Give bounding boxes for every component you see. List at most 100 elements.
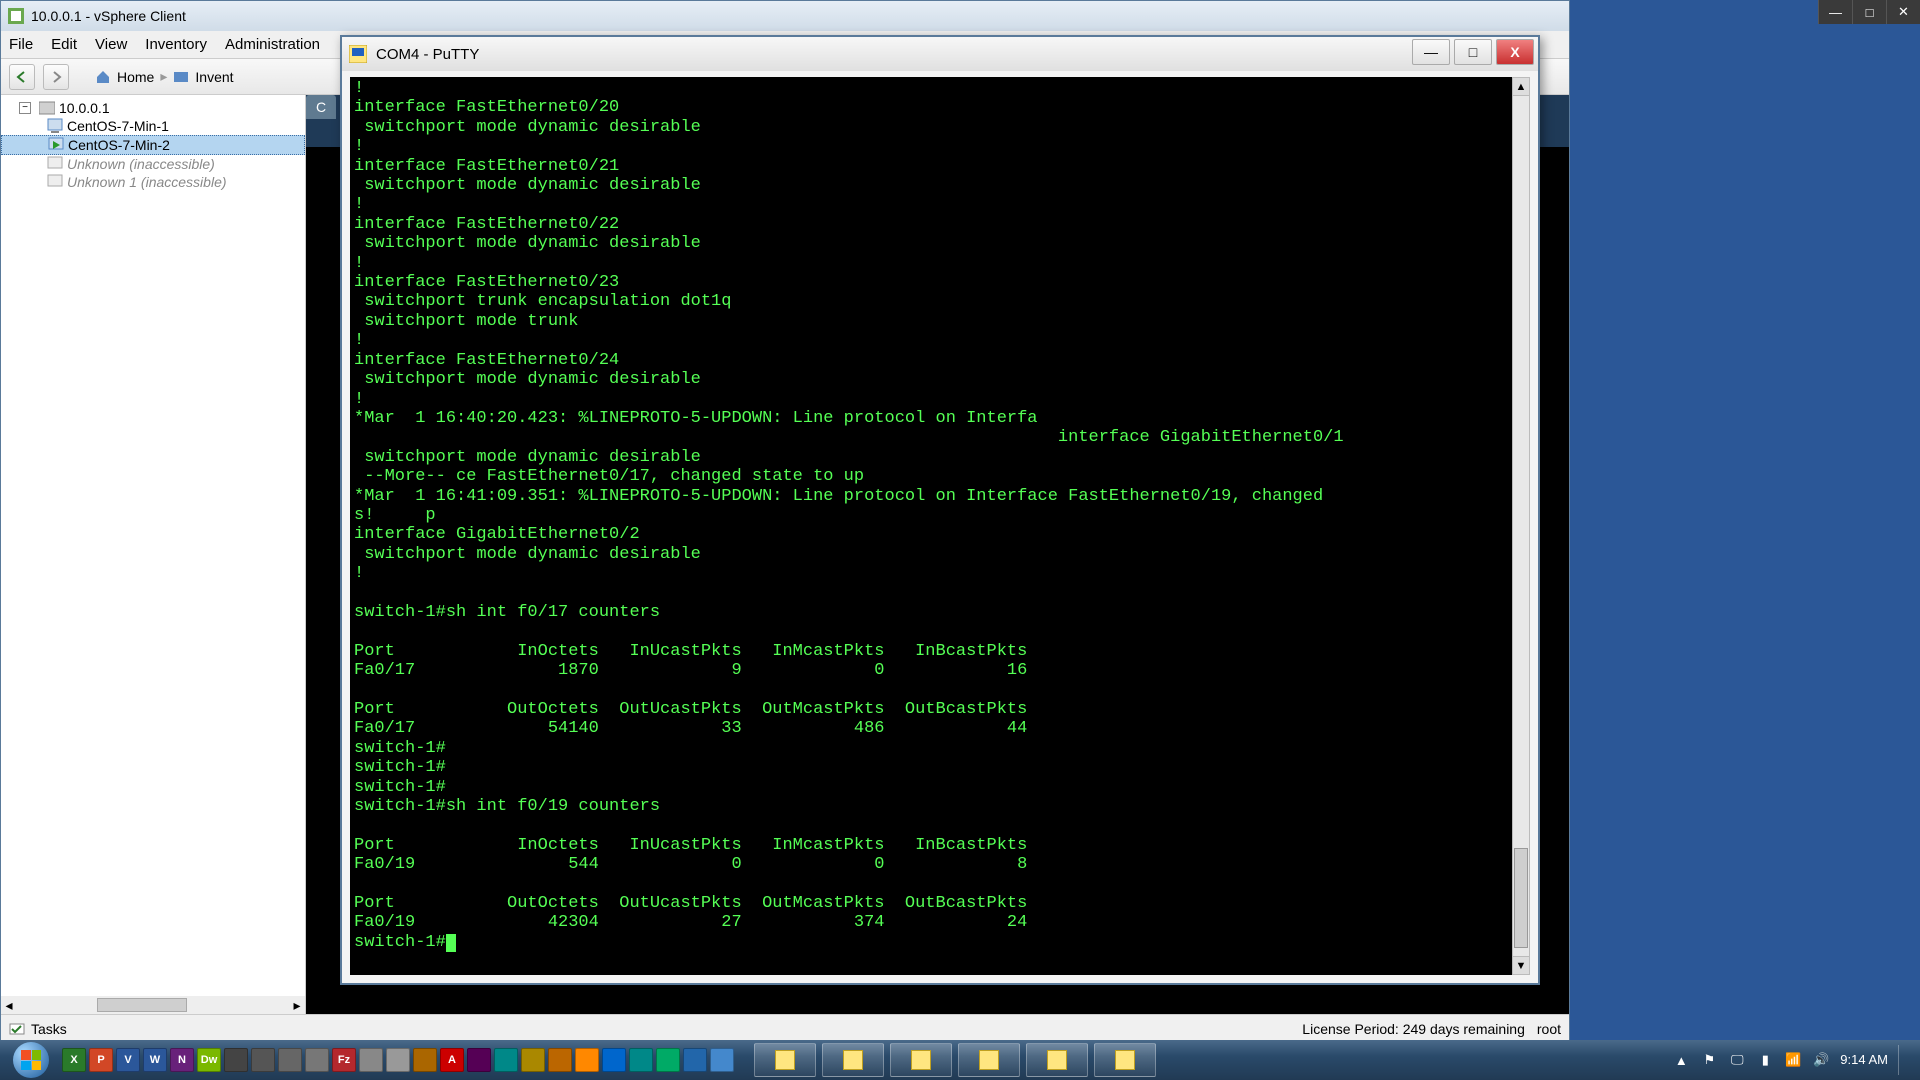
putty-title-text: COM4 - PuTTY: [376, 46, 479, 63]
pinned-icon[interactable]: [251, 1048, 275, 1072]
pinned-icon[interactable]: [467, 1048, 491, 1072]
hscroll-thumb[interactable]: [97, 998, 187, 1012]
taskbar-app-chat[interactable]: [890, 1043, 952, 1077]
menu-edit[interactable]: Edit: [51, 36, 77, 53]
pinned-icon[interactable]: [305, 1048, 329, 1072]
breadcrumb-inventory[interactable]: Invent: [195, 69, 233, 85]
start-button[interactable]: [4, 1040, 58, 1080]
pinned-icon[interactable]: [683, 1048, 707, 1072]
show-desktop-button[interactable]: [1898, 1045, 1908, 1075]
pinned-icon[interactable]: [386, 1048, 410, 1072]
scroll-thumb[interactable]: [1514, 848, 1528, 948]
pinned-icon[interactable]: [494, 1048, 518, 1072]
vm-icon: [47, 118, 63, 134]
os-window-controls: — □ ✕: [1818, 0, 1920, 24]
taskbar-app-putty[interactable]: [1094, 1043, 1156, 1077]
menu-administration[interactable]: Administration: [225, 36, 320, 53]
pinned-icon[interactable]: [656, 1048, 680, 1072]
putty-window-controls: — □ X: [1412, 39, 1534, 65]
system-tray: ▲ ⚑ 🖵 ▮ 📶 🔊 9:14 AM: [1672, 1045, 1916, 1075]
user-text: root: [1537, 1021, 1561, 1037]
back-button[interactable]: [9, 64, 35, 90]
tree-item-label: Unknown (inaccessible): [67, 156, 215, 172]
pinned-icon[interactable]: [629, 1048, 653, 1072]
os-maximize-button[interactable]: □: [1852, 0, 1886, 24]
breadcrumb-home[interactable]: Home: [117, 69, 154, 85]
putty-scrollbar[interactable]: ▲ ▼: [1512, 77, 1530, 975]
pinned-icon[interactable]: [413, 1048, 437, 1072]
putty-terminal[interactable]: ! interface FastEthernet0/20 switchport …: [350, 77, 1512, 975]
tree-item-centos2[interactable]: CentOS-7-Min-2: [1, 135, 305, 155]
tree-item-centos1[interactable]: CentOS-7-Min-1: [1, 117, 305, 135]
tree-item-label: CentOS-7-Min-2: [68, 137, 170, 153]
terminal-cursor: [446, 934, 456, 952]
pinned-icon[interactable]: [521, 1048, 545, 1072]
tree-root-label: 10.0.0.1: [59, 100, 110, 116]
scroll-down-icon[interactable]: ▼: [1513, 956, 1529, 974]
pinned-icon[interactable]: [278, 1048, 302, 1072]
tree-item-label: CentOS-7-Min-1: [67, 118, 169, 134]
tray-battery-icon[interactable]: ▮: [1756, 1051, 1774, 1069]
vsphere-title-text: 10.0.0.1 - vSphere Client: [31, 8, 186, 24]
pinned-icon[interactable]: A: [440, 1048, 464, 1072]
tray-monitor-icon[interactable]: 🖵: [1728, 1051, 1746, 1069]
running-apps: [754, 1043, 1156, 1077]
breadcrumb: Home ▸ Invent: [95, 68, 234, 85]
putty-window: COM4 - PuTTY — □ X ! interface FastEther…: [340, 35, 1540, 985]
taskbar-app-folder[interactable]: [754, 1043, 816, 1077]
os-close-button[interactable]: ✕: [1886, 0, 1920, 24]
pinned-icon[interactable]: P: [89, 1048, 113, 1072]
expander-icon[interactable]: −: [19, 102, 31, 114]
tray-volume-icon[interactable]: 🔊: [1812, 1051, 1830, 1069]
tasks-label[interactable]: Tasks: [31, 1021, 67, 1037]
host-icon: [39, 100, 55, 116]
pinned-icon[interactable]: [602, 1048, 626, 1072]
vm-inaccessible-icon: [47, 174, 63, 190]
pinned-icon[interactable]: [548, 1048, 572, 1072]
putty-maximize-button[interactable]: □: [1454, 39, 1492, 65]
pinned-icons: XPVWNDw Fz A: [62, 1048, 734, 1072]
taskbar-clock[interactable]: 9:14 AM: [1840, 1053, 1888, 1067]
pinned-icon[interactable]: [575, 1048, 599, 1072]
pinned-icon[interactable]: Fz: [332, 1048, 356, 1072]
os-minimize-button[interactable]: —: [1818, 0, 1852, 24]
vsphere-app-icon: [7, 7, 25, 25]
inventory-icon[interactable]: [173, 69, 189, 85]
tray-up-icon[interactable]: ▲: [1672, 1051, 1690, 1069]
vsphere-titlebar[interactable]: 10.0.0.1 - vSphere Client: [1, 1, 1569, 31]
pinned-icon[interactable]: N: [170, 1048, 194, 1072]
inventory-tree[interactable]: − 10.0.0.1 CentOS-7-Min-1 CentOS-7-Min-2…: [1, 95, 306, 1014]
pinned-icon[interactable]: X: [62, 1048, 86, 1072]
tray-action-icon[interactable]: ⚑: [1700, 1051, 1718, 1069]
taskbar-app-cmd[interactable]: [958, 1043, 1020, 1077]
putty-titlebar[interactable]: COM4 - PuTTY — □ X: [342, 37, 1538, 71]
forward-button[interactable]: [43, 64, 69, 90]
breadcrumb-sep: ▸: [160, 68, 167, 85]
menu-file[interactable]: File: [9, 36, 33, 53]
taskbar: XPVWNDw Fz A ▲ ⚑ 🖵 ▮ 📶 🔊 9:14 AM: [0, 1040, 1920, 1080]
scroll-up-icon[interactable]: ▲: [1513, 78, 1529, 96]
tree-hscroll[interactable]: ◂ ▸: [1, 996, 305, 1014]
pinned-icon[interactable]: [224, 1048, 248, 1072]
vm-running-icon: [48, 137, 64, 153]
taskbar-app-cmd2[interactable]: [1026, 1043, 1088, 1077]
pinned-icon[interactable]: [359, 1048, 383, 1072]
menu-view[interactable]: View: [95, 36, 127, 53]
pinned-icon[interactable]: Dw: [197, 1048, 221, 1072]
home-icon[interactable]: [95, 69, 111, 85]
tree-item-unknown0[interactable]: Unknown (inaccessible): [1, 155, 305, 173]
main-tab[interactable]: C: [306, 95, 336, 119]
pinned-icon[interactable]: [710, 1048, 734, 1072]
taskbar-app-ppt[interactable]: [822, 1043, 884, 1077]
tree-item-unknown1[interactable]: Unknown 1 (inaccessible): [1, 173, 305, 191]
putty-minimize-button[interactable]: —: [1412, 39, 1450, 65]
pinned-icon[interactable]: V: [116, 1048, 140, 1072]
tree-item-label: Unknown 1 (inaccessible): [67, 174, 227, 190]
vsphere-statusbar: Tasks License Period: 249 days remaining…: [1, 1014, 1569, 1042]
tree-root[interactable]: − 10.0.0.1: [1, 99, 305, 117]
menu-inventory[interactable]: Inventory: [145, 36, 207, 53]
pinned-icon[interactable]: W: [143, 1048, 167, 1072]
tray-network-icon[interactable]: 📶: [1784, 1051, 1802, 1069]
tasks-icon[interactable]: [9, 1021, 25, 1037]
putty-close-button[interactable]: X: [1496, 39, 1534, 65]
